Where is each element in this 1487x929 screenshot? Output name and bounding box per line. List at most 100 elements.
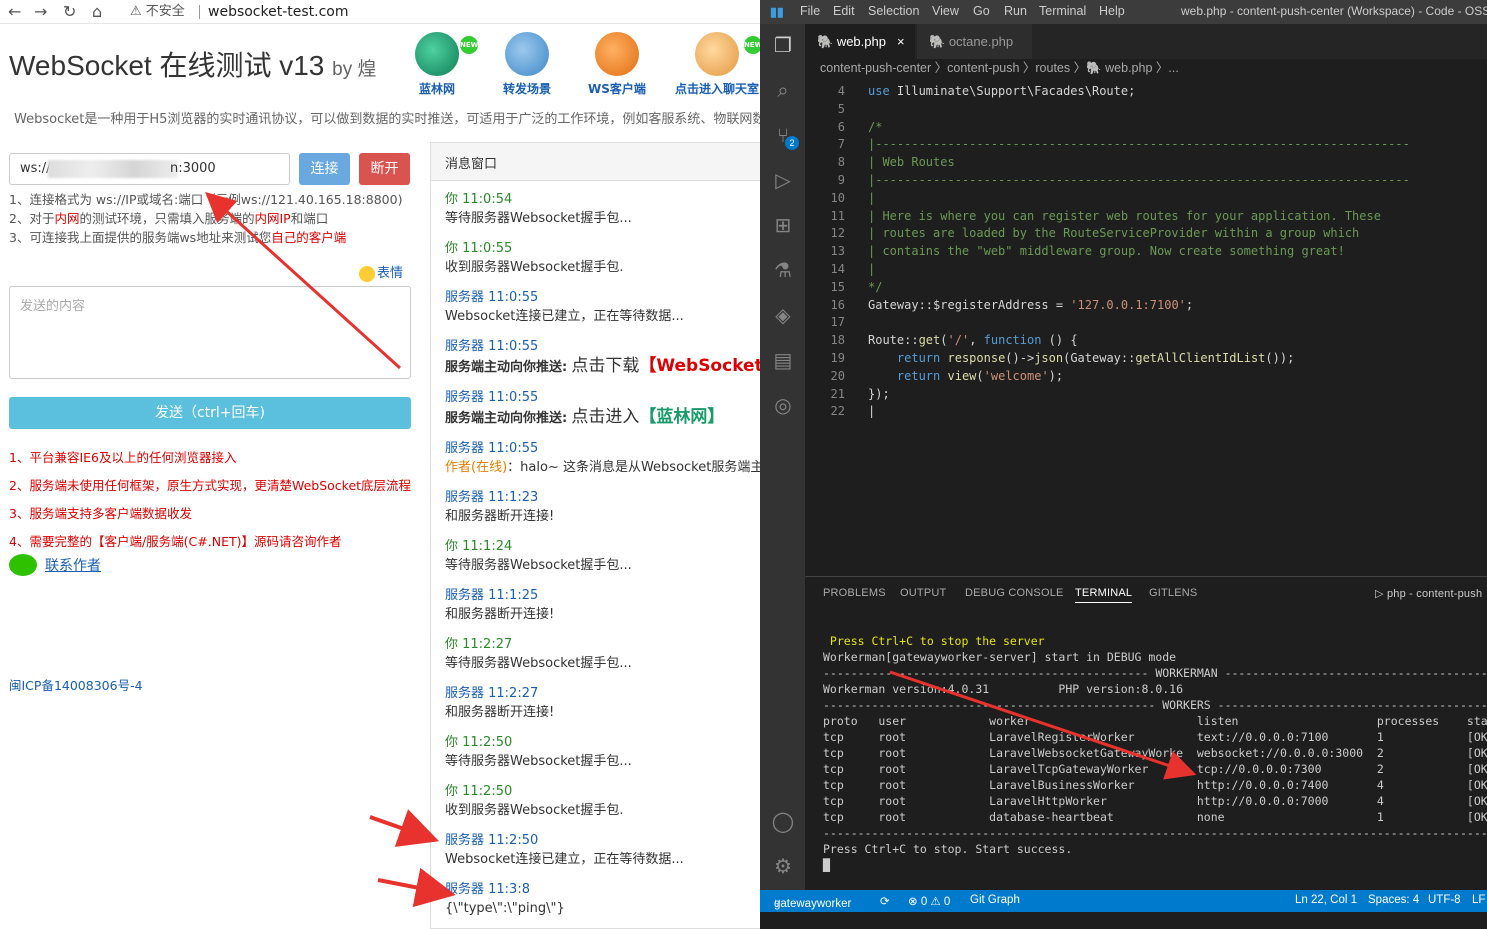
php-file-icon: 🐘	[929, 34, 946, 49]
git-graph-button[interactable]: Git Graph	[970, 894, 1020, 906]
push-action[interactable]: 点击进入	[571, 407, 639, 427]
chat-people-icon	[695, 32, 739, 76]
disconnect-button[interactable]: 断开	[359, 153, 410, 185]
sync-icon[interactable]: ⟳	[880, 894, 890, 908]
arrow-to-websocket-port	[889, 670, 1197, 780]
activity-bar: ❐ ⌕ ⑂ 2 ▷ ⊞ ⚗ ◈ ▤ ◎ ◯ ⚙	[760, 24, 805, 890]
tab-web-php[interactable]: 🐘 web.php ×	[805, 24, 915, 59]
code-line: |---------------------------------------…	[868, 137, 1410, 152]
icp-link[interactable]: 闽ICP备14008306号-4	[9, 675, 143, 694]
nav-ws-client[interactable]: WS客户端	[562, 32, 672, 102]
run-debug-icon[interactable]: ▷	[771, 169, 795, 193]
menu-file[interactable]: File	[800, 4, 820, 18]
tip-2-red: 内网IP	[254, 211, 291, 226]
code-line: Gateway::$registerAddress = '127.0.0.1:7…	[868, 297, 1194, 312]
line-ending[interactable]: LF	[1472, 894, 1485, 906]
code-line: });	[868, 386, 890, 401]
feature-item: 4、需要完整的【客户端/服务端(C#.NET)】源码请咨询作者	[9, 534, 342, 549]
message-content: {\"type\":\"ping\"}	[445, 899, 755, 919]
tip-1: 1、连接格式为 ws://IP或域名:端口（示例ws://121.40.165.…	[9, 192, 403, 207]
message-text: 等待服务器Websocket握手包...	[445, 558, 632, 573]
line-number: 21	[830, 386, 845, 401]
contact-author[interactable]: 联系作者	[9, 554, 101, 576]
menu-help[interactable]: Help	[1099, 4, 1125, 18]
message-content: 等待服务器Websocket握手包...	[445, 654, 755, 674]
message-content: 和服务器断开连接!	[445, 605, 755, 625]
code-line: return view('welcome');	[896, 368, 1064, 383]
account-icon[interactable]: ◯	[771, 810, 795, 834]
message-item: 服务器 11:0:55 服务端主动向你推送: 点击下载【WebSocket	[445, 338, 760, 378]
push-link[interactable]: 【蓝林网】	[639, 407, 724, 427]
source-control-icon[interactable]: ⑂ 2	[771, 124, 799, 150]
emoji-button[interactable]: 表情	[359, 262, 403, 282]
tip-3-part: 3、可连接我上面提供的服务端ws地址来测试您	[9, 230, 272, 245]
problems-count[interactable]: ⊗ 0 ⚠ 0	[908, 894, 950, 908]
testing-icon[interactable]: ⚗	[771, 259, 795, 283]
search-icon[interactable]: ⌕	[771, 79, 795, 103]
close-icon[interactable]: ×	[897, 34, 905, 49]
nav-chat-room[interactable]: NEW 点击进入聊天室	[662, 32, 760, 102]
message-content: 和服务器断开连接!	[445, 703, 755, 723]
scm-count-badge: 2	[785, 136, 799, 150]
contact-link[interactable]: 联系作者	[45, 558, 101, 574]
menu-go[interactable]: Go	[973, 4, 990, 18]
message-sender: 你 11:1:24	[445, 539, 513, 554]
menu-run[interactable]: Run	[1004, 4, 1027, 18]
back-icon[interactable]: ←	[8, 2, 21, 22]
ws-url-input[interactable]: ws:// n:3000	[9, 153, 290, 185]
message-sender: 你 11:2:50	[445, 735, 513, 750]
insecure-warning[interactable]: ⚠ 不安全	[130, 3, 185, 21]
url-text[interactable]: websocket-test.com	[208, 3, 349, 21]
line-number: 15	[830, 279, 845, 294]
wechat-icon	[9, 554, 37, 576]
folder-icon[interactable]: ▤	[771, 349, 795, 373]
branch-name: gatewayworker	[774, 898, 852, 910]
extensions-icon[interactable]: ⊞	[771, 214, 795, 238]
message-item: 服务器 11:0:55 作者(在线)：halo~ 这条消息是从Websocket服…	[445, 440, 760, 478]
message-list[interactable]: 你 11:0:54 等待服务器Websocket握手包... 你 11:0:55 收到…	[431, 181, 760, 919]
ws-prefix: ws://	[20, 161, 51, 176]
menu-edit[interactable]: Edit	[833, 4, 855, 18]
tip-2-part: 2、对于	[9, 211, 55, 226]
message-text: 收到服务器Websocket握手包.	[445, 803, 624, 818]
push-link[interactable]: 【WebSocket	[639, 356, 760, 376]
code-editor[interactable]: 4 use Illuminate\Support\Facades\Route; 5 6…	[805, 78, 1487, 576]
smiley-icon	[359, 265, 375, 282]
line-number: 16	[830, 297, 845, 312]
menu-selection[interactable]: Selection	[868, 4, 919, 18]
push-action[interactable]: 点击下载	[571, 356, 639, 376]
line-number: 12	[830, 226, 845, 241]
menu-view[interactable]: View	[932, 4, 959, 18]
message-text: 和服务器断开连接!	[445, 509, 555, 524]
window-title: web.php - content-push-center (Workspace…	[1181, 4, 1487, 18]
message-item: 服务器 11:1:25 和服务器断开连接!	[445, 587, 755, 625]
message-item: 你 11:0:55 收到服务器Websocket握手包.	[445, 240, 755, 278]
insecure-label: 不安全	[145, 4, 185, 19]
send-button[interactable]: 发送（ctrl+回车)	[9, 397, 411, 429]
cursor-position[interactable]: Ln 22, Col 1	[1295, 894, 1357, 906]
indent-setting[interactable]: Spaces: 4	[1368, 894, 1419, 906]
message-text: 等待服务器Websocket握手包...	[445, 211, 632, 226]
explorer-icon[interactable]: ❐	[771, 34, 795, 58]
forward-icon[interactable]: →	[34, 2, 47, 22]
message-content: 服务端主动向你推送: 点击进入【蓝林网】	[445, 407, 755, 429]
warning-icon: ⚠	[130, 4, 142, 19]
reload-icon[interactable]: ↻	[63, 2, 76, 22]
gitlens-icon[interactable]: ◎	[771, 394, 795, 418]
code-line: | contains the "web" middleware group. N…	[868, 244, 1345, 259]
encoding[interactable]: UTF-8	[1428, 894, 1461, 906]
address-bar: ← → ↻ ⌂ ⚠ 不安全 websocket-test.com	[0, 0, 760, 24]
remote-icon[interactable]: ◈	[771, 304, 795, 328]
connect-button[interactable]: 连接	[299, 153, 350, 185]
message-textarea[interactable]: 发送的内容	[9, 286, 411, 379]
breadcrumb[interactable]: content-push-center 〉content-push 〉route…	[820, 59, 1179, 77]
home-icon[interactable]: ⌂	[92, 2, 102, 22]
vscode-titlebar: ▮▮ File Edit Selection View Go Run Termi…	[760, 0, 1487, 24]
settings-gear-icon[interactable]: ⚙	[771, 855, 795, 879]
push-label: 服务端主动向你推送:	[445, 411, 568, 426]
menu-terminal[interactable]: Terminal	[1039, 4, 1086, 18]
author-online-label: 作者(在线)	[445, 460, 508, 475]
tab-octane-php[interactable]: 🐘 octane.php	[917, 24, 1032, 59]
tip-2-part: 和端口	[290, 211, 329, 226]
redacted-host	[48, 160, 178, 178]
